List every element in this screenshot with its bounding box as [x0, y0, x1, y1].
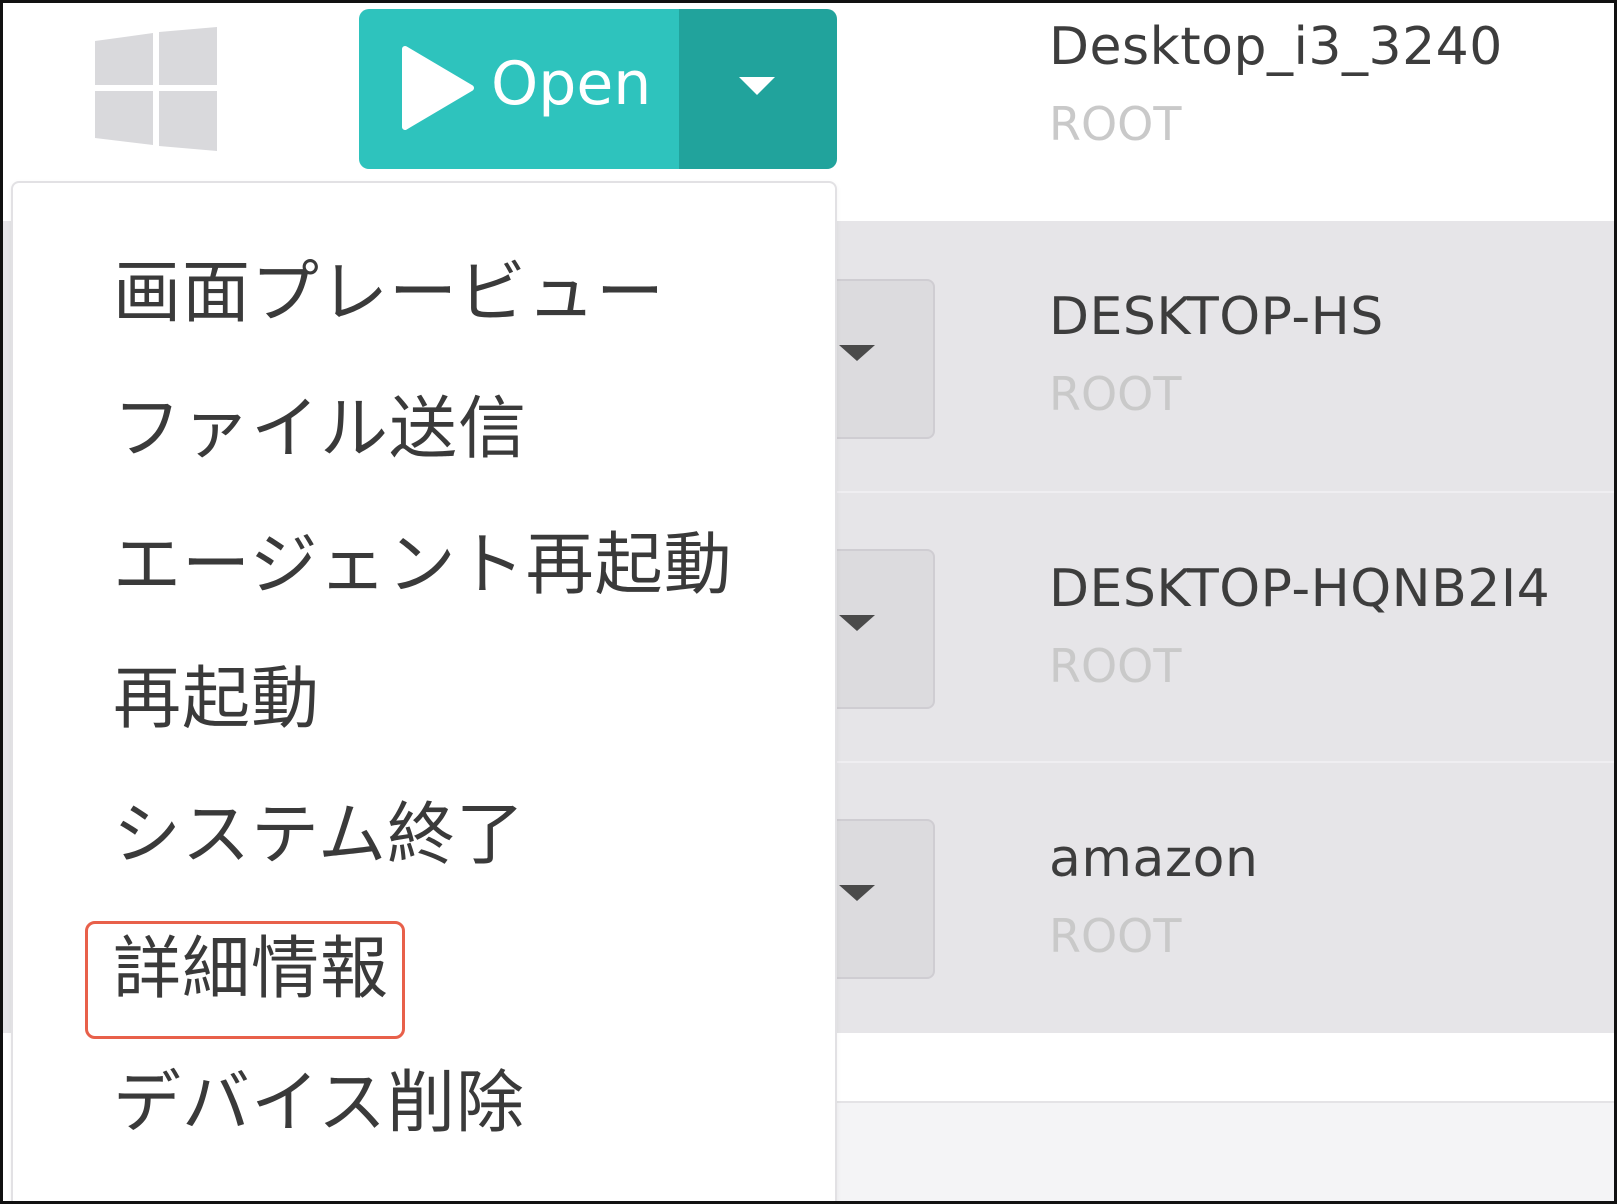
device-group: ROOT [1049, 97, 1182, 151]
device-name[interactable]: DESKTOP-HS [1049, 287, 1384, 347]
caret-down-icon [739, 77, 775, 95]
open-dropdown-menu: 画面プレービュー ファイル送信 エージェント再起動 再起動 システム終了 詳細情… [11, 181, 837, 1201]
menu-item-shutdown[interactable]: システム終了 [113, 779, 525, 878]
row-divider [823, 491, 1614, 493]
device-name[interactable]: amazon [1049, 829, 1258, 889]
device-name[interactable]: Desktop_i3_3240 [1049, 17, 1503, 77]
menu-item-restart[interactable]: 再起動 [113, 643, 320, 742]
menu-item-send-file[interactable]: ファイル送信 [113, 373, 527, 472]
caret-down-icon [839, 885, 875, 901]
windows-logo-icon [95, 27, 217, 151]
device-list-window: Desktop_i3_3240 ROOT DESKTOP-HS ROOT DES… [0, 0, 1617, 1204]
open-split-button: Open [359, 9, 837, 169]
highlight-box [85, 921, 405, 1039]
device-group: ROOT [1049, 367, 1182, 421]
row-divider [823, 761, 1614, 763]
device-group: ROOT [1049, 909, 1182, 963]
caret-down-icon [839, 615, 875, 631]
open-button-label: Open [491, 49, 652, 119]
device-group: ROOT [1049, 639, 1182, 693]
menu-item-restart-agent[interactable]: エージェント再起動 [113, 509, 733, 608]
play-icon [402, 46, 474, 130]
open-button[interactable]: Open [359, 9, 679, 169]
menu-item-delete-device[interactable]: デバイス削除 [113, 1047, 525, 1146]
list-footer [833, 1101, 1614, 1201]
menu-item-screen-preview[interactable]: 画面プレービュー [113, 237, 665, 336]
caret-down-icon [839, 345, 875, 361]
open-dropdown-toggle[interactable] [679, 9, 837, 169]
device-name[interactable]: DESKTOP-HQNB2I4 [1049, 559, 1550, 619]
